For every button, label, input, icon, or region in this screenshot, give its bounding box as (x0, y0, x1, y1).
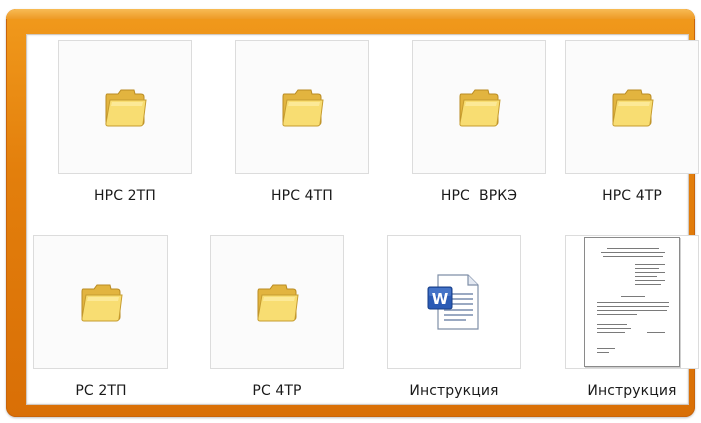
folder-thumbnail[interactable] (58, 40, 192, 174)
folder-item-nrs-vrke[interactable]: НРС ВРКЭ (387, 40, 557, 220)
folder-thumbnail[interactable] (210, 235, 344, 369)
folder-icon (282, 89, 324, 127)
word-document-item[interactable]: W Инструкция (362, 235, 532, 415)
document-preview-item[interactable]: Инструкция (540, 235, 701, 415)
document-preview-icon (584, 237, 680, 367)
item-label: РС 4ТР (252, 383, 302, 399)
folder-thumbnail[interactable] (412, 40, 546, 174)
folder-icon (257, 284, 299, 322)
folder-item-rs-4tr[interactable]: РС 4ТР (185, 235, 355, 415)
folder-item-nrs-4tr[interactable]: НРС 4ТР (540, 40, 701, 220)
folder-icon (80, 284, 123, 322)
folder-thumbnail[interactable] (33, 235, 168, 369)
folder-thumbnail[interactable] (565, 40, 699, 174)
item-label: НРС 4ТП (271, 188, 333, 204)
document-thumbnail[interactable] (565, 235, 699, 369)
folder-thumbnail[interactable] (235, 40, 369, 174)
folder-item-rs-2tp[interactable]: РС 2ТП (9, 235, 179, 415)
file-view: НРС 2ТП НРС 4ТП НРС ВРКЭ НРС 4ТР РС 2ТП … (26, 34, 699, 405)
item-label: НРС 4ТР (602, 188, 662, 204)
svg-text:W: W (432, 290, 449, 308)
document-thumbnail[interactable]: W (387, 235, 521, 369)
item-label: НРС 2ТП (94, 188, 156, 204)
folder-item-nrs-2tp[interactable]: НРС 2ТП (33, 40, 203, 220)
folder-item-nrs-4tp[interactable]: НРС 4ТП (210, 40, 380, 220)
folder-icon (105, 89, 147, 127)
folder-icon (612, 89, 654, 127)
item-label: РС 2ТП (75, 383, 127, 399)
word-document-icon: W (427, 274, 479, 330)
window-frame: НРС 2ТП НРС 4ТП НРС ВРКЭ НРС 4ТР РС 2ТП … (6, 9, 699, 417)
item-label: Инструкция (587, 383, 677, 399)
item-label: Инструкция (409, 383, 499, 399)
folder-icon (459, 89, 501, 127)
